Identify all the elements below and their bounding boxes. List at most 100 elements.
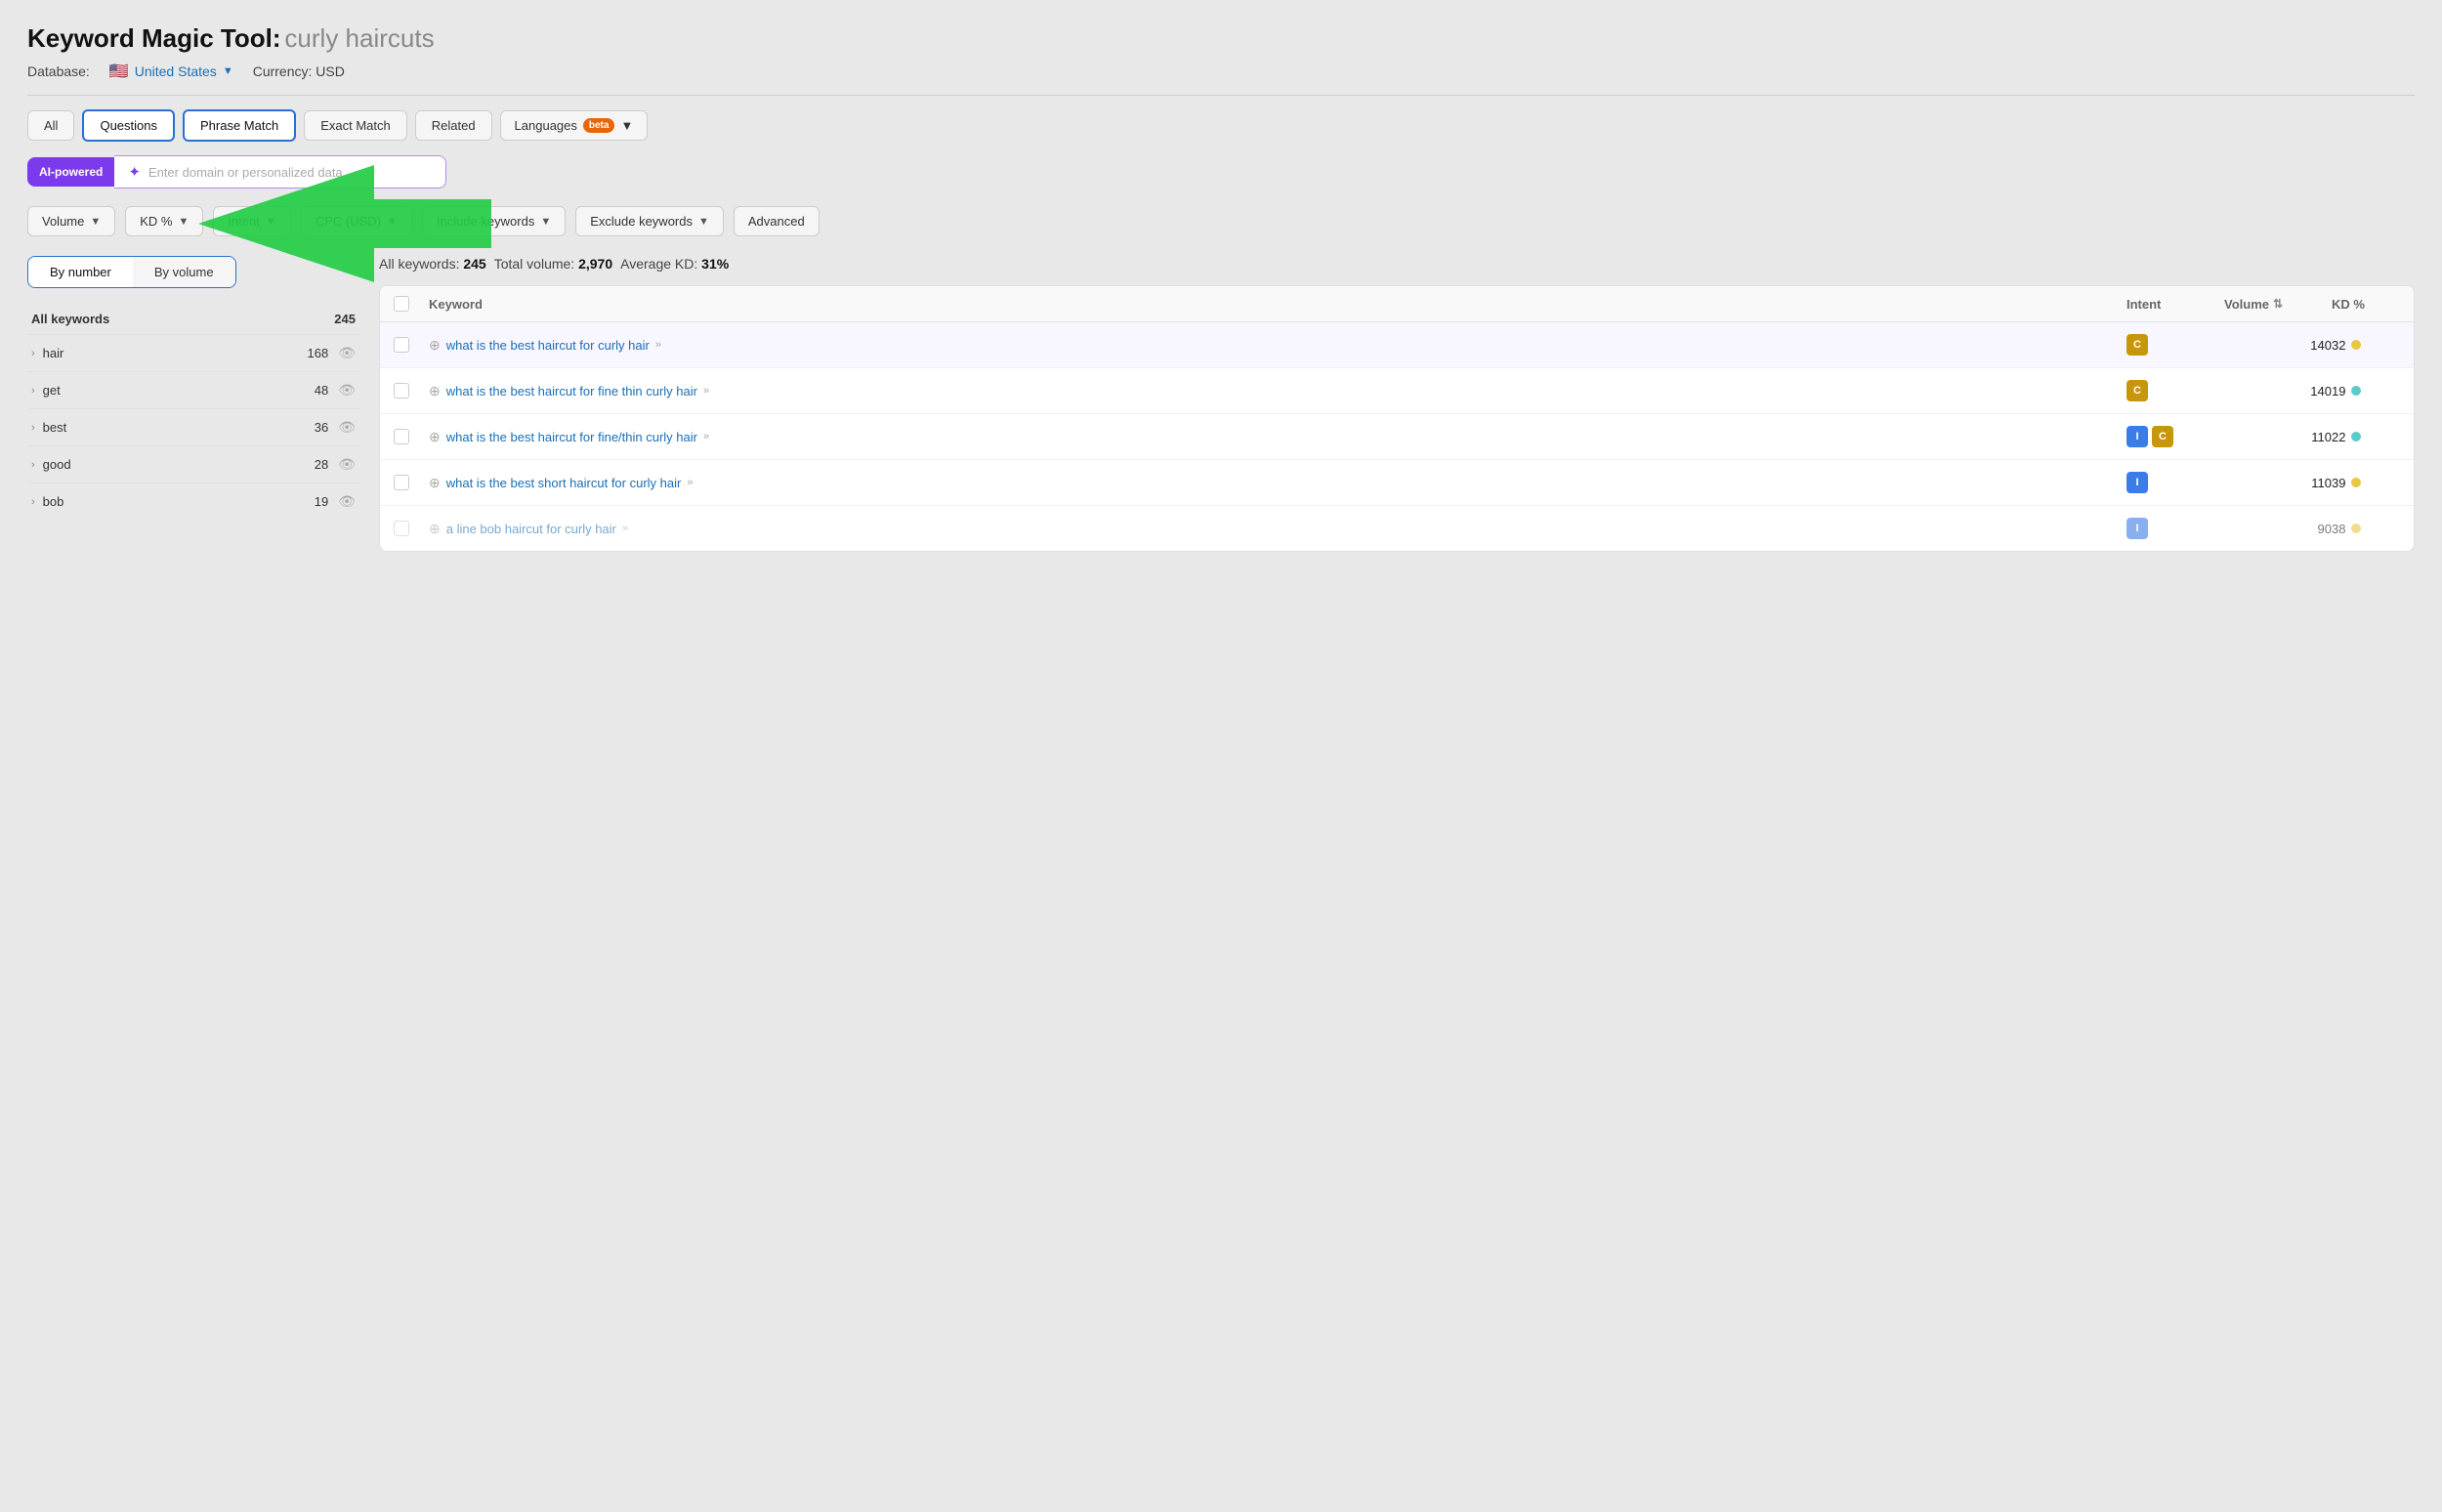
- intent-cell: I: [2126, 472, 2224, 493]
- volume-cell: 140: [2224, 338, 2332, 353]
- keyword-group-count: 48: [315, 383, 328, 398]
- list-item[interactable]: › bob 19 👁: [27, 483, 359, 520]
- chevron-down-icon: ▼: [540, 216, 551, 228]
- kd-cell: 38: [2332, 522, 2400, 536]
- list-item[interactable]: › get 48 👁: [27, 371, 359, 408]
- all-keywords-count: 245: [334, 312, 356, 326]
- eye-icon[interactable]: 👁: [338, 456, 356, 473]
- keyword-link[interactable]: ⊕ what is the best short haircut for cur…: [429, 475, 2126, 491]
- intent-badge-c: C: [2152, 426, 2173, 447]
- advanced-filter[interactable]: Advanced: [734, 206, 820, 236]
- kd-dot-icon: [2351, 478, 2361, 487]
- main-content: By number By volume All keywords 245 › h…: [27, 256, 2415, 552]
- keyword-text: what is the best short haircut for curly…: [446, 476, 682, 490]
- chevrons-icon: »: [687, 477, 693, 488]
- select-all-checkbox[interactable]: [394, 296, 429, 312]
- chevrons-icon: »: [655, 339, 661, 351]
- languages-dropdown[interactable]: Languages beta ▼: [500, 110, 649, 141]
- volume-cell: 90: [2224, 522, 2332, 536]
- intent-badge-c: C: [2126, 380, 2148, 401]
- tab-phrase-match[interactable]: Phrase Match: [183, 109, 296, 142]
- intent-badge-i: I: [2126, 426, 2148, 447]
- keyword-link[interactable]: ⊕ what is the best haircut for fine thin…: [429, 383, 2126, 399]
- add-circle-icon: ⊕: [429, 521, 441, 537]
- tab-questions[interactable]: Questions: [82, 109, 175, 142]
- row-checkbox[interactable]: [394, 475, 429, 490]
- eye-icon[interactable]: 👁: [338, 345, 356, 361]
- volume-col-header[interactable]: Volume ⇅: [2224, 297, 2332, 312]
- kd-col-header: KD %: [2332, 297, 2400, 312]
- languages-label: Languages: [515, 118, 577, 133]
- eye-icon[interactable]: 👁: [338, 419, 356, 436]
- keyword-table-area: All keywords: 245 Total volume: 2,970 Av…: [379, 256, 2415, 552]
- add-circle-icon: ⊕: [429, 383, 441, 399]
- intent-filter[interactable]: Intent ▼: [213, 206, 290, 236]
- kd-filter[interactable]: KD % ▼: [125, 206, 203, 236]
- row-checkbox[interactable]: [394, 383, 429, 399]
- all-keywords-stats-label: All keywords: 245: [379, 256, 486, 272]
- page-title: Keyword Magic Tool: curly haircuts: [27, 23, 2415, 54]
- keyword-text: what is the best haircut for fine/thin c…: [446, 430, 697, 444]
- tab-exact-match[interactable]: Exact Match: [304, 110, 407, 141]
- add-circle-icon: ⊕: [429, 429, 441, 445]
- list-item[interactable]: › good 28 👁: [27, 445, 359, 483]
- chevron-down-icon: ▼: [179, 216, 189, 228]
- kw-list-header: All keywords 245: [27, 304, 359, 334]
- keyword-text: a line bob haircut for curly hair: [446, 522, 616, 536]
- kd-cell: 22: [2332, 430, 2400, 444]
- cpc-filter[interactable]: CPC (USD) ▼: [301, 206, 412, 236]
- keyword-group-count: 168: [308, 346, 329, 360]
- volume-cell: 140: [2224, 384, 2332, 399]
- database-selector[interactable]: 🇺🇸 United States ▼: [109, 62, 233, 81]
- row-checkbox[interactable]: [394, 429, 429, 444]
- include-keywords-filter[interactable]: Include keywords ▼: [422, 206, 566, 236]
- table-row: ⊕ a line bob haircut for curly hair » I …: [380, 506, 2414, 551]
- intent-cell: I: [2126, 518, 2224, 539]
- keyword-link[interactable]: ⊕ a line bob haircut for curly hair »: [429, 521, 2126, 537]
- table-row: ⊕ what is the best haircut for curly hai…: [380, 322, 2414, 368]
- keyword-link[interactable]: ⊕ what is the best haircut for curly hai…: [429, 337, 2126, 354]
- ai-powered-row: AI-powered ✦ Enter domain or personalize…: [27, 155, 2415, 189]
- keyword-group-label: best: [43, 420, 67, 435]
- add-circle-icon: ⊕: [429, 337, 441, 354]
- eye-icon[interactable]: 👁: [338, 382, 356, 399]
- keyword-col-header: Keyword: [429, 297, 2126, 312]
- by-volume-toggle[interactable]: By volume: [133, 257, 235, 287]
- keyword-group-label: good: [43, 457, 71, 472]
- keyword-sidebar: By number By volume All keywords 245 › h…: [27, 256, 359, 520]
- volume-cell: 110: [2224, 476, 2332, 490]
- keyword-group-count: 28: [315, 457, 328, 472]
- intent-badge-i: I: [2126, 518, 2148, 539]
- sort-icon: ⇅: [2273, 297, 2283, 311]
- sparkle-icon: ✦: [128, 163, 141, 181]
- all-keywords-label: All keywords: [31, 312, 109, 326]
- keyword-group-count: 19: [315, 494, 328, 509]
- intent-cell: C: [2126, 334, 2224, 356]
- kd-cell: 19: [2332, 384, 2400, 399]
- eye-icon[interactable]: 👁: [338, 493, 356, 510]
- keyword-group-label: bob: [43, 494, 64, 509]
- chevron-right-icon: ›: [31, 385, 35, 397]
- chevron-down-icon: ▼: [223, 65, 233, 77]
- filter-tabs-row: All Questions Phrase Match Exact Match R…: [27, 109, 2415, 142]
- exclude-keywords-filter[interactable]: Exclude keywords ▼: [575, 206, 724, 236]
- list-item[interactable]: › best 36 👁: [27, 408, 359, 445]
- by-number-toggle[interactable]: By number: [28, 257, 133, 287]
- keyword-text: what is the best haircut for curly hair: [446, 338, 650, 353]
- row-checkbox[interactable]: [394, 337, 429, 353]
- stats-row: All keywords: 245 Total volume: 2,970 Av…: [379, 256, 2415, 272]
- tab-related[interactable]: Related: [415, 110, 492, 141]
- list-item[interactable]: › hair 168 👁: [27, 334, 359, 371]
- kd-cell: 39: [2332, 476, 2400, 490]
- volume-filter[interactable]: Volume ▼: [27, 206, 115, 236]
- tab-all[interactable]: All: [27, 110, 74, 141]
- intent-cell: C: [2126, 380, 2224, 401]
- us-flag-icon: 🇺🇸: [109, 62, 129, 81]
- keyword-link[interactable]: ⊕ what is the best haircut for fine/thin…: [429, 429, 2126, 445]
- row-checkbox[interactable]: [394, 521, 429, 536]
- kd-dot-icon: [2351, 432, 2361, 441]
- filter-dropdowns-row: Volume ▼ KD % ▼ Intent ▼ CPC (USD) ▼ Inc…: [27, 206, 2415, 236]
- ai-domain-input[interactable]: ✦ Enter domain or personalized data: [114, 155, 446, 189]
- divider: [27, 95, 2415, 96]
- country-name: United States: [135, 63, 217, 79]
